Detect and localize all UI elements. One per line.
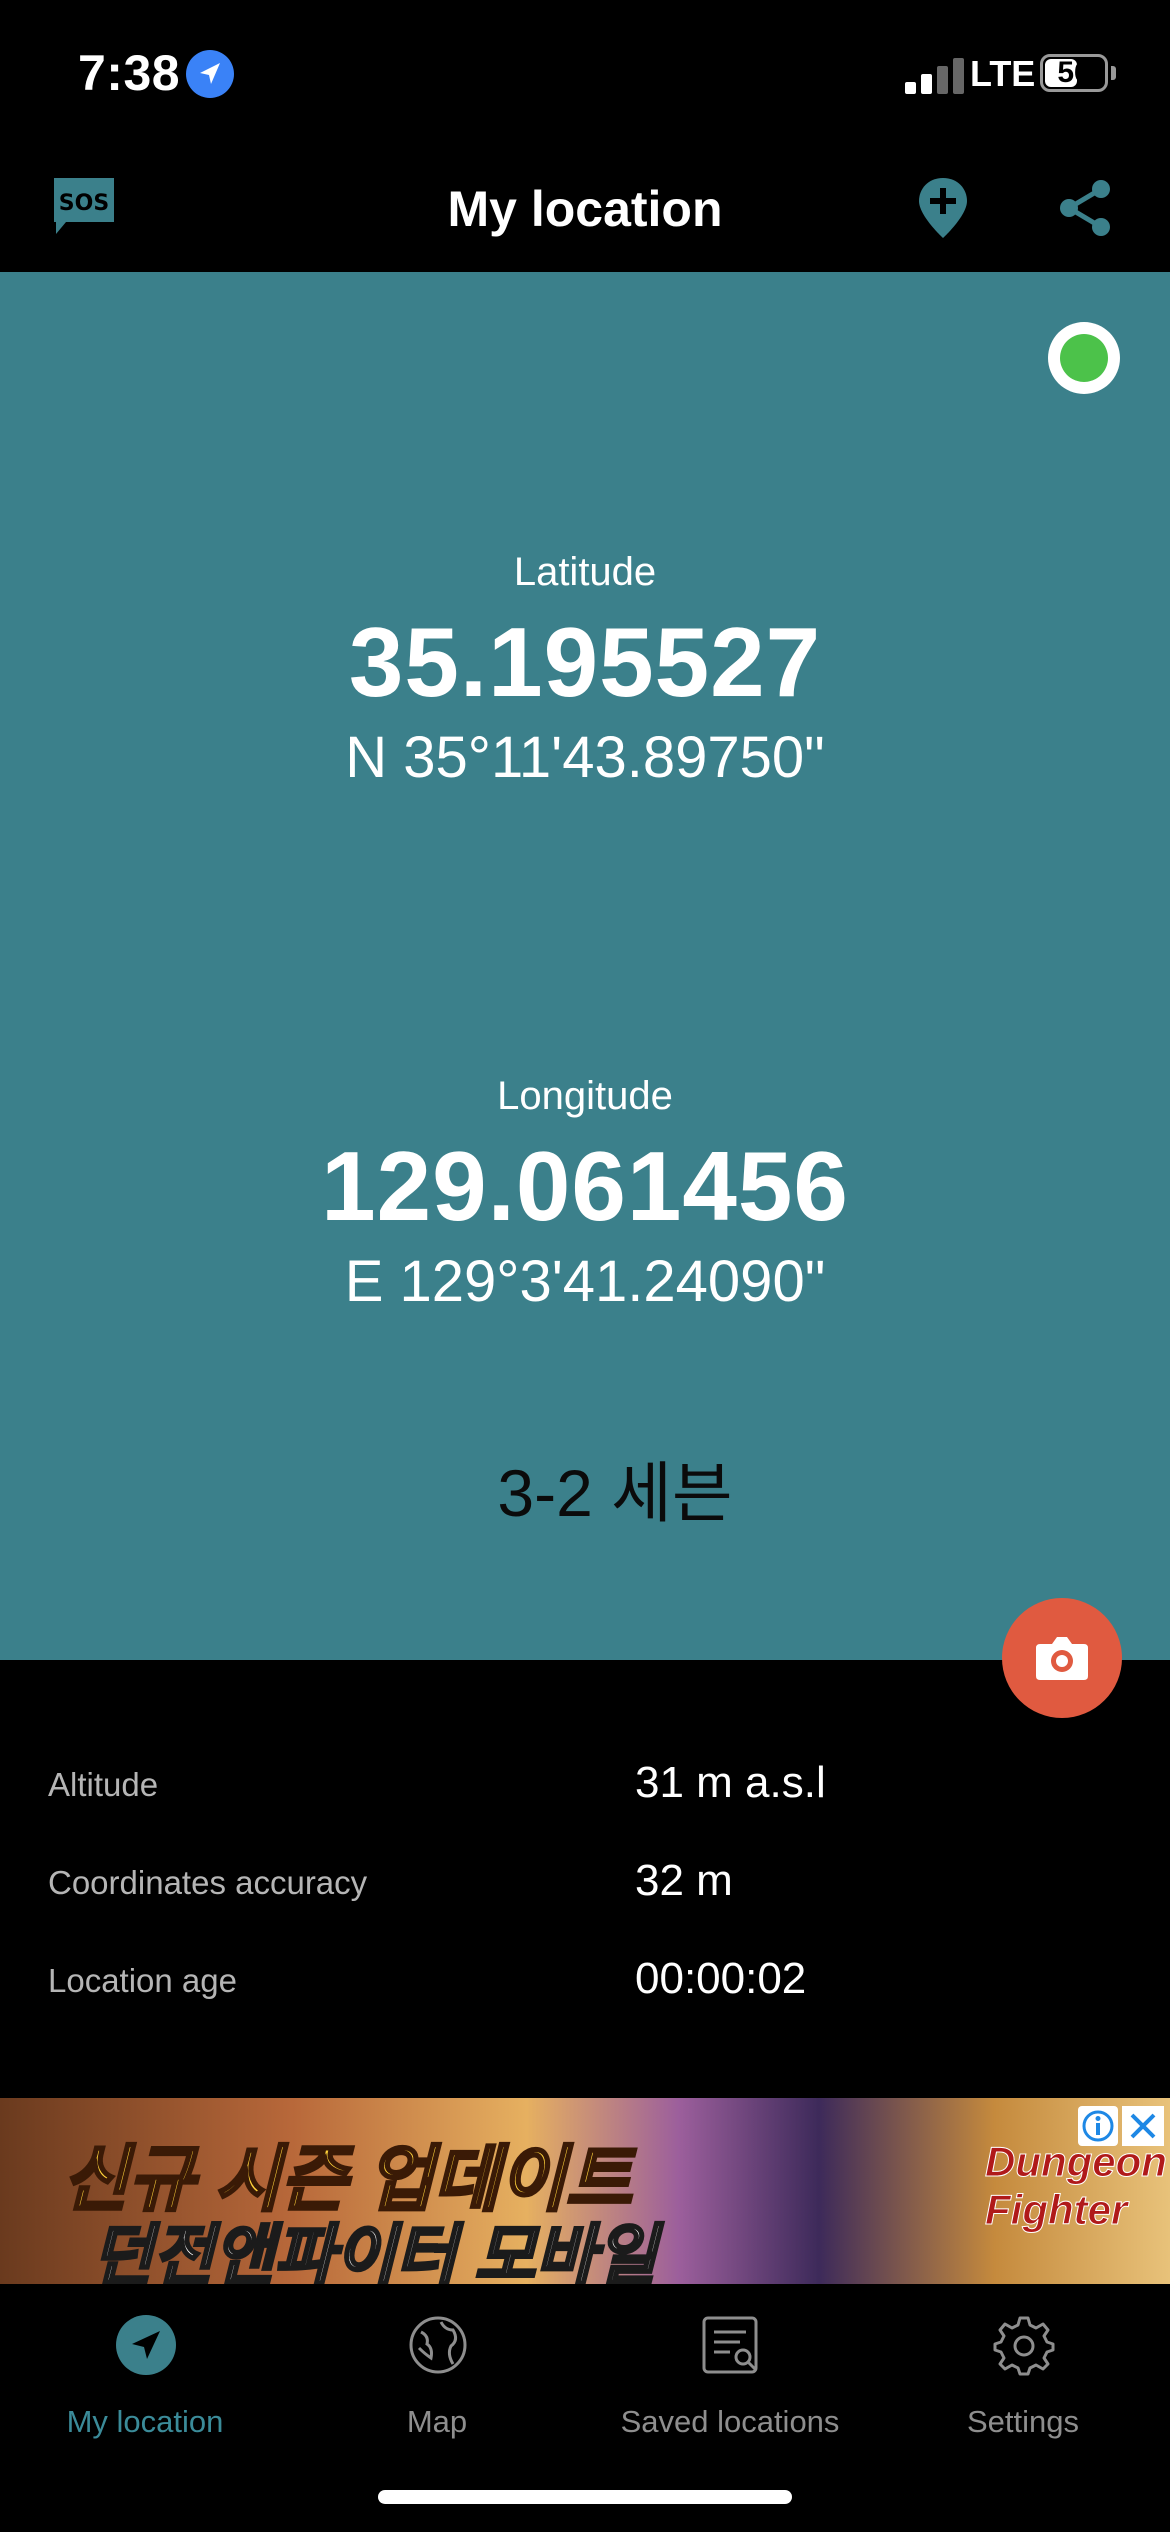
altitude-label: Altitude: [48, 1766, 159, 1803]
camera-button[interactable]: [1002, 1598, 1122, 1718]
longitude-label: Longitude: [497, 1074, 673, 1118]
cellular-signal-icon: [905, 58, 965, 94]
latitude-label: Latitude: [513, 550, 657, 594]
location-age-value: 00:00:02: [635, 1954, 807, 2003]
share-icon[interactable]: [1055, 178, 1115, 238]
gps-status-dot: [1060, 334, 1108, 382]
network-type: LTE: [970, 53, 1036, 94]
tab-label: Settings: [966, 2404, 1079, 2439]
ad-subline: 던전앤파이터 모바일: [91, 2217, 659, 2285]
status-time: 7:38: [78, 45, 181, 101]
tab-label: Map: [406, 2404, 468, 2439]
tab-label: My location: [66, 2404, 224, 2439]
latitude-dms: N 35°11'43.89750": [345, 725, 825, 790]
add-location-pin-icon[interactable]: [915, 176, 971, 240]
tab-my-location[interactable]: My location: [0, 2304, 290, 2464]
battery-icon: 56: [1040, 54, 1108, 92]
status-bar: 7:38 LTE 56: [0, 0, 1170, 140]
ad-close-icon[interactable]: [1122, 2106, 1164, 2146]
globe-icon: [409, 2316, 467, 2374]
address-text: 3-2 세븐: [497, 1456, 733, 1530]
accuracy-value: 32 m: [635, 1856, 733, 1905]
location-services-icon: [186, 50, 234, 98]
home-indicator[interactable]: [378, 2490, 792, 2504]
saved-list-icon: [702, 2316, 758, 2374]
battery-percent: 56: [1057, 56, 1091, 89]
tab-label: Saved locations: [620, 2404, 840, 2439]
tab-saved-locations[interactable]: Saved locations: [585, 2304, 875, 2464]
battery-nub: [1111, 66, 1116, 80]
gear-icon: [993, 2316, 1055, 2376]
tab-settings[interactable]: Settings: [878, 2304, 1168, 2464]
longitude-dms: E 129°3'41.24090": [344, 1249, 826, 1314]
page-title: My location: [447, 181, 723, 237]
altitude-value: 31 m a.s.l: [635, 1758, 826, 1807]
camera-icon: [1036, 1637, 1088, 1680]
gps-status-indicator: [1048, 322, 1120, 394]
longitude-value: 129.061456: [321, 1131, 849, 1241]
accuracy-label: Coordinates accuracy: [48, 1864, 368, 1901]
location-age-label: Location age: [48, 1962, 237, 1999]
latitude-value: 35.195527: [348, 607, 822, 717]
ad-banner[interactable]: 신규 시즌 업데이트 던전앤파이터 모바일 Dungeon Fighter: [0, 2098, 1170, 2284]
app-header: SOS My location: [0, 140, 1170, 272]
coordinates-panel: Latitude 35.195527 N 35°11'43.89750" Lon…: [0, 272, 1170, 1660]
ad-info-icon[interactable]: [1078, 2106, 1118, 2146]
ad-game-logo: Dungeon Fighter: [985, 2138, 1168, 2234]
navigation-icon: [116, 2315, 176, 2375]
tab-map[interactable]: Map: [292, 2304, 582, 2464]
